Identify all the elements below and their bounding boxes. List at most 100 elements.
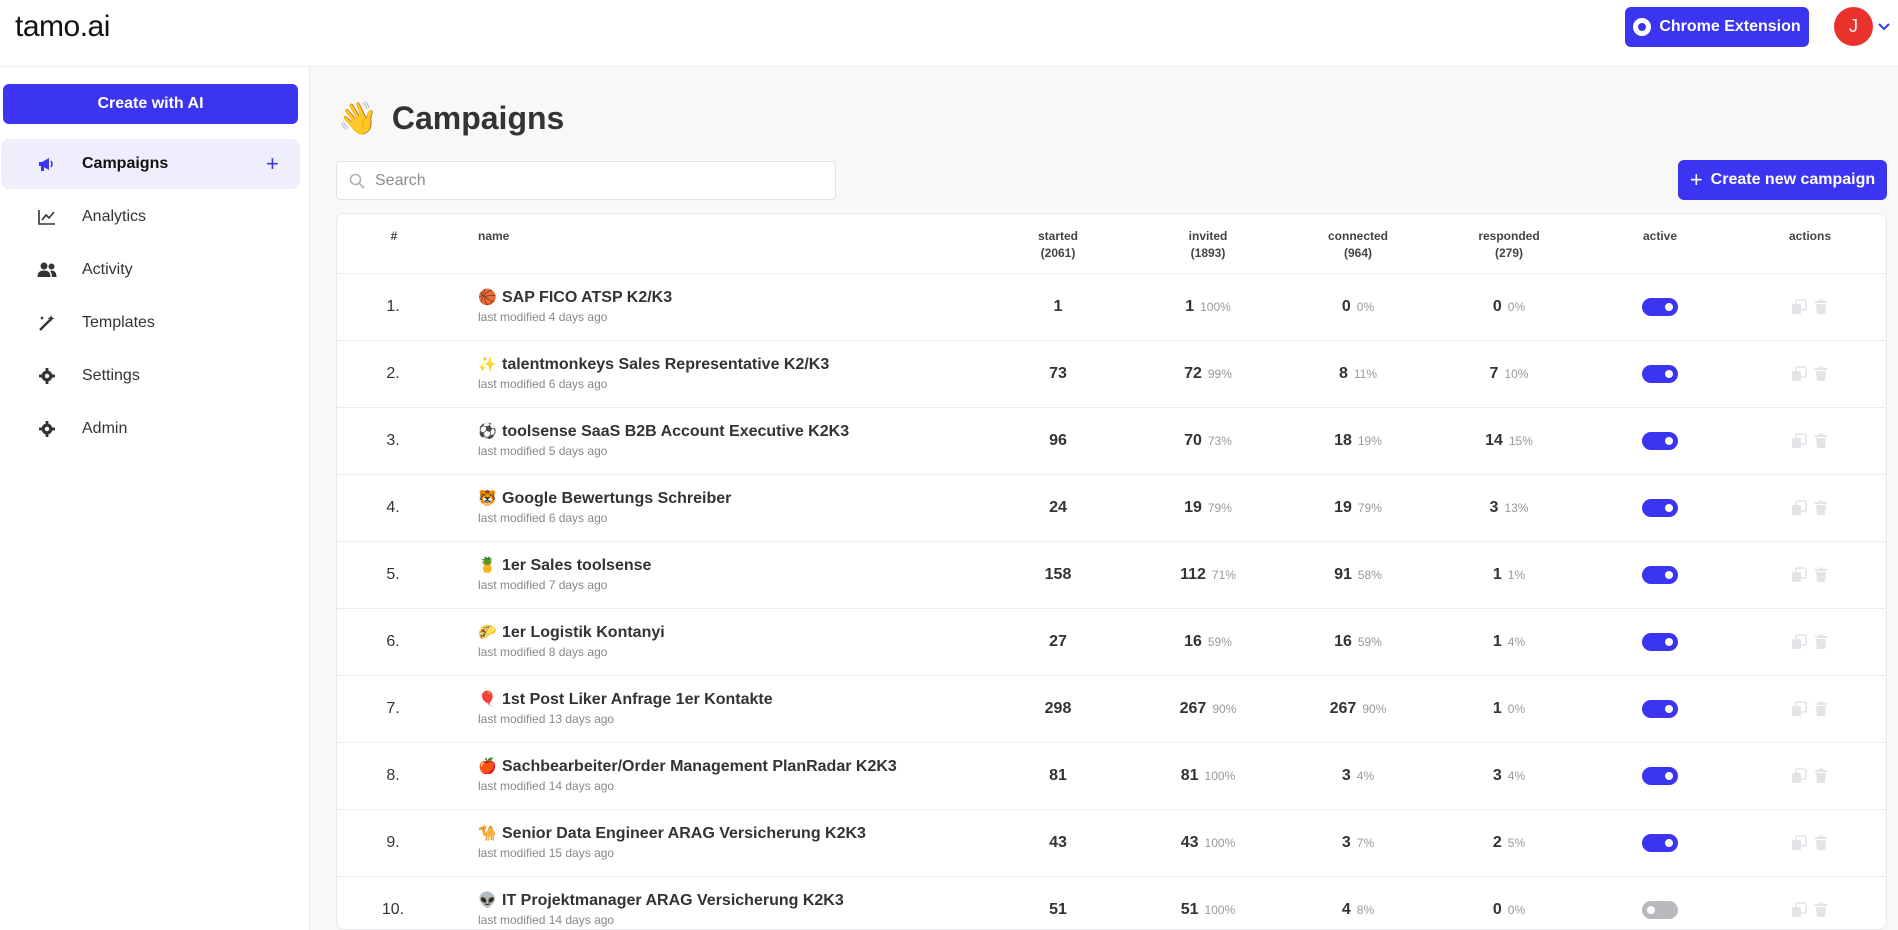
campaign-name-cell[interactable]: 🐪 Senior Data Engineer ARAG Versicherung … bbox=[478, 824, 866, 860]
chevron-down-icon[interactable] bbox=[1876, 18, 1892, 34]
active-toggle[interactable] bbox=[1642, 499, 1678, 517]
invited-count: 72 99% bbox=[1158, 365, 1258, 383]
campaign-name[interactable]: 🍍 1er Sales toolsense bbox=[478, 556, 651, 575]
trash-icon[interactable] bbox=[1813, 433, 1829, 449]
campaign-name-cell[interactable]: 👽 IT Projektmanager ARAG Versicherung K2K… bbox=[478, 891, 844, 927]
started-count: 73 bbox=[1049, 365, 1067, 382]
header-started[interactable]: started (2061) bbox=[1008, 228, 1108, 262]
campaign-name-cell[interactable]: 🍍 1er Sales toolsense last modified 7 day… bbox=[478, 556, 651, 592]
campaign-name-cell[interactable]: 🏀 SAP FICO ATSP K2/K3 last modified 4 day… bbox=[478, 288, 672, 324]
active-toggle[interactable] bbox=[1642, 566, 1678, 584]
active-toggle[interactable] bbox=[1642, 700, 1678, 718]
trash-icon[interactable] bbox=[1813, 366, 1829, 382]
campaign-name[interactable]: 👽 IT Projektmanager ARAG Versicherung K2K… bbox=[478, 891, 844, 910]
sidebar-item-templates[interactable]: Templates bbox=[1, 298, 300, 348]
sidebar-item-analytics[interactable]: Analytics bbox=[1, 192, 300, 242]
table-row[interactable]: 10. 👽 IT Projektmanager ARAG Versicherung… bbox=[337, 877, 1886, 929]
campaign-name-cell[interactable]: ⚽ toolsense SaaS B2B Account Executive K2… bbox=[478, 422, 849, 458]
campaign-name-cell[interactable]: 🐯 Google Bewertungs Schreiber last modifi… bbox=[478, 489, 731, 525]
invited-value: 112 bbox=[1180, 566, 1206, 583]
trash-icon[interactable] bbox=[1813, 500, 1829, 516]
header-invited[interactable]: invited (1893) bbox=[1158, 228, 1258, 262]
connected-percent: 7% bbox=[1356, 836, 1375, 850]
responded-count: 3 4% bbox=[1459, 767, 1559, 785]
active-toggle[interactable] bbox=[1642, 365, 1678, 383]
campaign-name-cell[interactable]: 🍎 Sachbearbeiter/Order Management PlanRad… bbox=[478, 757, 897, 793]
connected-percent: 59% bbox=[1357, 635, 1382, 649]
page-title-text: Campaigns bbox=[391, 99, 565, 136]
active-toggle[interactable] bbox=[1642, 767, 1678, 785]
responded-count: 0 0% bbox=[1459, 298, 1559, 316]
duplicate-icon[interactable] bbox=[1791, 634, 1807, 650]
duplicate-icon[interactable] bbox=[1791, 835, 1807, 851]
active-toggle[interactable] bbox=[1642, 633, 1678, 651]
gear-icon bbox=[39, 368, 55, 384]
table-row[interactable]: 1. 🏀 SAP FICO ATSP K2/K3 last modified 4 … bbox=[337, 274, 1886, 341]
responded-value: 3 bbox=[1492, 767, 1502, 784]
active-toggle[interactable] bbox=[1642, 298, 1678, 316]
responded-value: 0 bbox=[1492, 298, 1502, 315]
campaign-name-cell[interactable]: ✨ talentmonkeys Sales Representative K2/K… bbox=[478, 355, 829, 391]
search-input[interactable] bbox=[375, 162, 825, 199]
trash-icon[interactable] bbox=[1813, 768, 1829, 784]
sidebar-item-label: Settings bbox=[82, 367, 140, 384]
header-responded[interactable]: responded (279) bbox=[1459, 228, 1559, 262]
duplicate-icon[interactable] bbox=[1791, 701, 1807, 717]
active-toggle[interactable] bbox=[1642, 432, 1678, 450]
campaign-name[interactable]: ⚽ toolsense SaaS B2B Account Executive K2… bbox=[478, 422, 849, 441]
connected-percent: 11% bbox=[1353, 367, 1378, 381]
campaign-emoji-icon: 🍍 bbox=[478, 557, 497, 574]
duplicate-icon[interactable] bbox=[1791, 366, 1807, 382]
campaign-name[interactable]: 🐯 Google Bewertungs Schreiber bbox=[478, 489, 731, 508]
campaign-name-cell[interactable]: 🎈 1st Post Liker Anfrage 1er Kontakte las… bbox=[478, 690, 773, 726]
duplicate-icon[interactable] bbox=[1791, 433, 1807, 449]
table-row[interactable]: 7. 🎈 1st Post Liker Anfrage 1er Kontakte … bbox=[337, 676, 1886, 743]
table-row[interactable]: 5. 🍍 1er Sales toolsense last modified 7 … bbox=[337, 542, 1886, 609]
sidebar-item-label: Analytics bbox=[82, 208, 147, 225]
active-toggle[interactable] bbox=[1642, 901, 1678, 919]
add-campaign-plus-icon[interactable]: + bbox=[266, 153, 284, 175]
connected-percent: 0% bbox=[1356, 300, 1375, 314]
campaign-name[interactable]: 🌮 1er Logistik Kontanyi bbox=[478, 623, 665, 642]
create-with-ai-button[interactable]: Create with AI bbox=[3, 84, 298, 124]
campaign-name[interactable]: 🏀 SAP FICO ATSP K2/K3 bbox=[478, 288, 672, 307]
trash-icon[interactable] bbox=[1813, 299, 1829, 315]
sidebar-item-settings[interactable]: Settings bbox=[1, 351, 300, 401]
sidebar-item-admin[interactable]: Admin bbox=[1, 404, 300, 454]
campaign-name[interactable]: ✨ talentmonkeys Sales Representative K2/K… bbox=[478, 355, 829, 374]
table-row[interactable]: 6. 🌮 1er Logistik Kontanyi last modified … bbox=[337, 609, 1886, 676]
avatar[interactable]: J bbox=[1834, 7, 1873, 46]
connected-count: 8 11% bbox=[1308, 365, 1408, 383]
sidebar-item-campaigns[interactable]: Campaigns + bbox=[1, 139, 300, 189]
trash-icon[interactable] bbox=[1813, 634, 1829, 650]
app-logo[interactable]: tamo.ai bbox=[15, 10, 110, 44]
duplicate-icon[interactable] bbox=[1791, 299, 1807, 315]
active-toggle[interactable] bbox=[1642, 834, 1678, 852]
campaign-name-cell[interactable]: 🌮 1er Logistik Kontanyi last modified 8 d… bbox=[478, 623, 665, 659]
last-modified: last modified 7 days ago bbox=[478, 578, 608, 592]
table-row[interactable]: 3. ⚽ toolsense SaaS B2B Account Executive… bbox=[337, 408, 1886, 475]
duplicate-icon[interactable] bbox=[1791, 500, 1807, 516]
responded-value: 1 bbox=[1492, 566, 1502, 583]
campaign-name[interactable]: 🐪 Senior Data Engineer ARAG Versicherung … bbox=[478, 824, 866, 843]
duplicate-icon[interactable] bbox=[1791, 902, 1807, 918]
trash-icon[interactable] bbox=[1813, 835, 1829, 851]
table-row[interactable]: 2. ✨ talentmonkeys Sales Representative K… bbox=[337, 341, 1886, 408]
sidebar-item-activity[interactable]: Activity bbox=[1, 245, 300, 295]
trash-icon[interactable] bbox=[1813, 567, 1829, 583]
table-row[interactable]: 9. 🐪 Senior Data Engineer ARAG Versicheru… bbox=[337, 810, 1886, 877]
campaign-name[interactable]: 🎈 1st Post Liker Anfrage 1er Kontakte bbox=[478, 690, 773, 709]
header-connected[interactable]: connected (964) bbox=[1308, 228, 1408, 262]
campaign-name[interactable]: 🍎 Sachbearbeiter/Order Management PlanRad… bbox=[478, 757, 897, 776]
duplicate-icon[interactable] bbox=[1791, 567, 1807, 583]
last-modified: last modified 15 days ago bbox=[478, 846, 615, 860]
create-new-campaign-button[interactable]: + Create new campaign bbox=[1678, 160, 1887, 200]
invited-count: 51 100% bbox=[1158, 901, 1258, 919]
trash-icon[interactable] bbox=[1813, 701, 1829, 717]
table-row[interactable]: 4. 🐯 Google Bewertungs Schreiber last mod… bbox=[337, 475, 1886, 542]
chrome-extension-button[interactable]: Chrome Extension bbox=[1625, 7, 1809, 47]
invited-percent: 90% bbox=[1212, 702, 1237, 716]
duplicate-icon[interactable] bbox=[1791, 768, 1807, 784]
trash-icon[interactable] bbox=[1813, 902, 1829, 918]
table-row[interactable]: 8. 🍎 Sachbearbeiter/Order Management Plan… bbox=[337, 743, 1886, 810]
